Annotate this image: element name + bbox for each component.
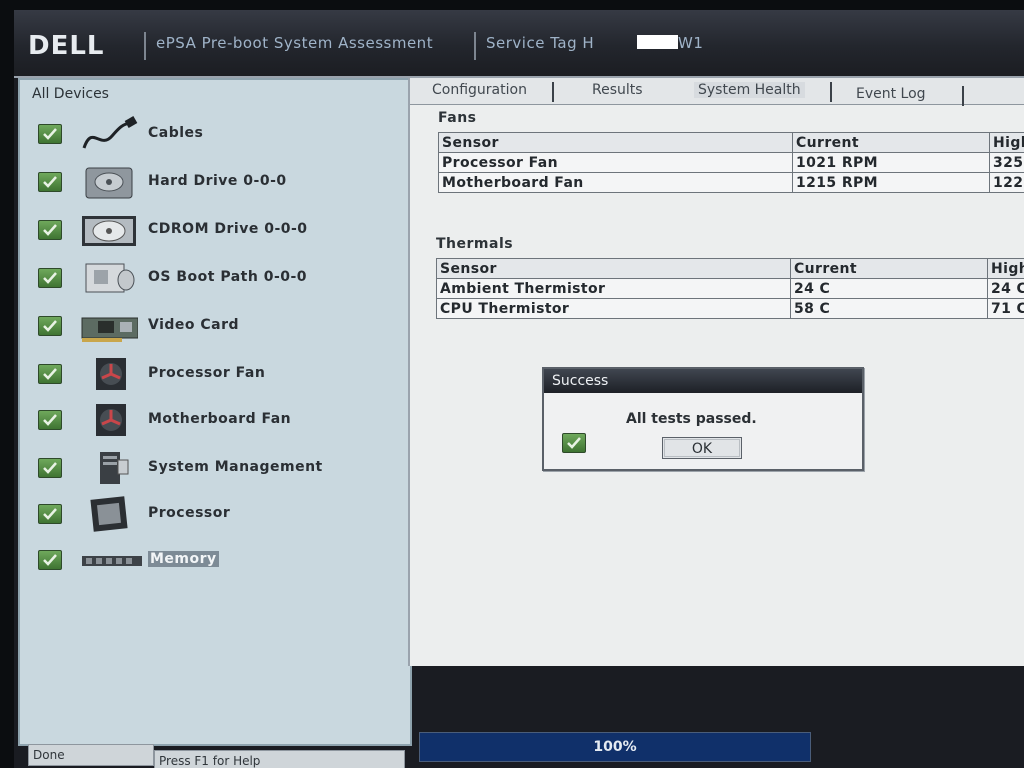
device-item-motherboard-fan[interactable]: Motherboard Fan [20,400,400,444]
sensor-high: 71 C [987,298,1024,319]
tab-separator [552,82,554,102]
passed-check-icon [38,316,62,336]
device-label: Cables [148,125,204,141]
sensor-name: Processor Fan [438,152,793,173]
sensor-current: 58 C [790,298,988,319]
fans-table: Sensor Current High Processor Fan 1021 R… [438,132,1024,193]
sensor-current: 1215 RPM [792,172,990,193]
device-label: CDROM Drive 0-0-0 [148,221,308,237]
processor-icon [90,496,128,532]
device-label: System Management [148,459,323,475]
device-item-cables[interactable]: Cables [20,114,400,158]
thermals-table: Sensor Current High Ambient Thermistor 2… [436,258,1024,319]
video-card-icon [81,317,138,342]
sensor-name: CPU Thermistor [436,298,791,319]
epsa-screen: DELL ePSA Pre-boot System Assessment Ser… [14,10,1024,768]
boot-path-icon [85,263,135,293]
status-text: Done [28,744,154,766]
tab-separator [962,86,964,106]
column-header-high: High [989,132,1024,153]
device-item-memory[interactable]: Memory [20,540,400,584]
service-tag-suffix: W1 [678,34,704,52]
passed-check-icon [38,124,62,144]
device-item-video-card[interactable]: Video Card [20,306,400,350]
progress-label: 100% [593,739,637,755]
table-row: Ambient Thermistor 24 C 24 C [436,278,1024,299]
passed-check-icon [38,410,62,430]
column-header-sensor: Sensor [438,132,793,153]
device-item-os-boot-path[interactable]: OS Boot Path 0-0-0 [20,258,400,302]
passed-check-icon [38,172,62,192]
sensor-high: 122 [989,172,1024,193]
device-label: Processor Fan [148,365,266,381]
success-check-icon [562,433,586,453]
tab-results[interactable]: Results [592,82,643,98]
header-bar: DELL ePSA Pre-boot System Assessment Ser… [14,10,1024,78]
service-tag-redaction [637,35,678,49]
table-row: CPU Thermistor 58 C 71 C [436,298,1024,319]
system-management-icon [100,452,129,484]
column-header-sensor: Sensor [436,258,791,279]
passed-check-icon [38,504,62,524]
passed-check-icon [38,458,62,478]
fan-icon [96,404,126,436]
device-list-title: All Devices [32,86,109,102]
dialog-message: All tests passed. [626,411,757,427]
tab-configuration[interactable]: Configuration [432,82,527,98]
table-header-row: Sensor Current High [438,132,1024,153]
sensor-high: 325 [989,152,1024,173]
sensor-current: 1021 RPM [792,152,990,173]
passed-check-icon [38,268,62,288]
device-label: Processor [148,505,231,521]
tab-event-log[interactable]: Event Log [856,86,926,102]
cable-icon [82,116,138,149]
device-item-hard-drive[interactable]: Hard Drive 0-0-0 [20,162,400,206]
device-label: Motherboard Fan [148,411,292,427]
passed-check-icon [38,220,62,240]
device-item-system-management[interactable]: System Management [20,448,400,492]
thermals-section-title: Thermals [436,236,514,252]
fan-icon [96,358,126,390]
tab-system-health[interactable]: System Health [694,82,805,98]
table-header-row: Sensor Current High [436,258,1024,279]
progress-bar: 100% [419,732,811,762]
ok-button[interactable]: OK [662,437,742,459]
device-item-processor-fan[interactable]: Processor Fan [20,354,400,398]
memory-icon [82,556,142,566]
device-list-panel: All Devices Cables Hard Drive 0-0-0 CDRO… [18,78,412,746]
column-header-current: Current [790,258,988,279]
fans-section-title: Fans [438,110,477,126]
hard-drive-icon [85,167,133,199]
header-divider [474,32,476,60]
sensor-current: 24 C [790,278,988,299]
help-hint: Press F1 for Help [154,750,405,768]
table-row: Motherboard Fan 1215 RPM 122 [438,172,1024,193]
device-label: Video Card [148,317,240,333]
passed-check-icon [38,550,62,570]
service-tag-label: Service Tag H [486,34,595,52]
column-header-high: High [987,258,1024,279]
sensor-name: Motherboard Fan [438,172,793,193]
table-row: Processor Fan 1021 RPM 325 [438,152,1024,173]
dell-logo: DELL [28,31,105,61]
header-divider [144,32,146,60]
sensor-high: 24 C [987,278,1024,299]
tab-separator [830,82,832,102]
cdrom-icon [82,216,136,246]
column-header-current: Current [792,132,990,153]
sensor-name: Ambient Thermistor [436,278,791,299]
device-label: OS Boot Path 0-0-0 [148,269,308,285]
device-item-cdrom[interactable]: CDROM Drive 0-0-0 [20,210,400,254]
success-dialog: Success All tests passed. OK [542,367,864,471]
dialog-title: Success [544,369,862,393]
tab-bar: Configuration Results System Health Even… [410,78,1024,106]
app-title: ePSA Pre-boot System Assessment [156,34,434,52]
device-label: Memory [148,551,219,567]
device-item-processor[interactable]: Processor [20,494,400,538]
device-label: Hard Drive 0-0-0 [148,173,287,189]
passed-check-icon [38,364,62,384]
